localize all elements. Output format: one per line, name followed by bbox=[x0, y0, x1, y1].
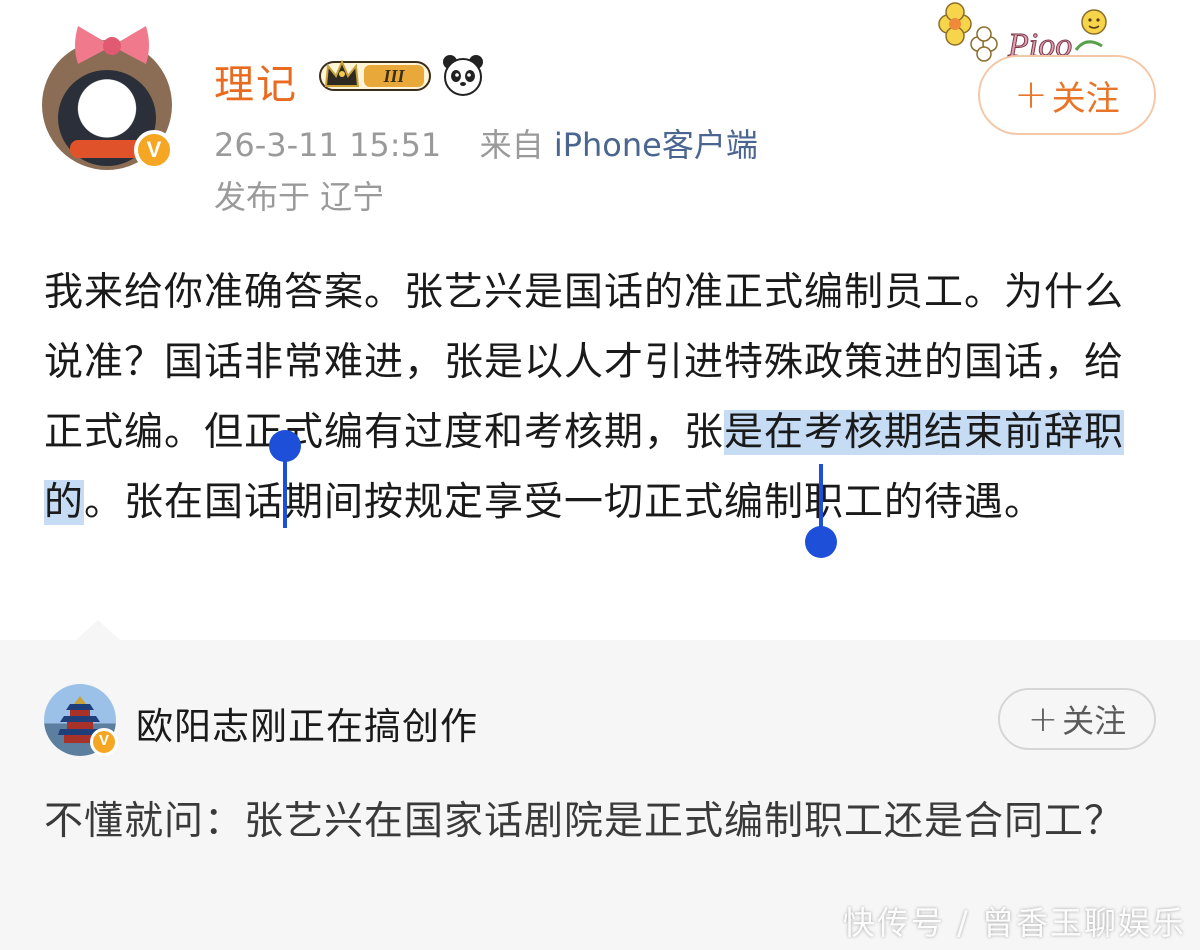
post-text-after-selection: 。张在国话期间按规定享受一切正式编制职工的待遇。 bbox=[84, 480, 1045, 525]
repost-verified-badge-icon: V bbox=[90, 728, 118, 756]
plus-icon: + bbox=[1027, 698, 1059, 740]
bow-icon bbox=[75, 26, 149, 64]
post-meta: 26-3-11 15:51 来自 iPhone客户端 bbox=[214, 120, 758, 166]
repost-pointer bbox=[76, 620, 120, 640]
selection-start-handle[interactable] bbox=[269, 430, 301, 528]
panda-icon bbox=[443, 55, 483, 96]
author-avatar[interactable]: V bbox=[42, 26, 174, 170]
verified-badge-icon: V bbox=[134, 130, 174, 170]
vip-level-text: III bbox=[382, 66, 405, 86]
crown-vip-badge-icon: III bbox=[319, 59, 431, 91]
source-device[interactable]: iPhone客户端 bbox=[554, 126, 758, 164]
repost-author-avatar[interactable]: V bbox=[44, 684, 118, 756]
watermark: 快传号 / 曾香玉聊娱乐 bbox=[842, 904, 1186, 942]
post-body-text[interactable]: 我来给你准确答案。张艺兴是国话的准正式编制员工。为什么说准？国话非常难进，张是以… bbox=[44, 258, 1144, 538]
post-location: 发布于 辽宁 bbox=[214, 178, 385, 216]
repost-follow-button[interactable]: + 关注 bbox=[998, 688, 1156, 750]
repost-body-text[interactable]: 不懂就问：张艺兴在国家话剧院是正式编制职工还是合同工？ bbox=[44, 788, 1154, 856]
source-prefix: 来自 bbox=[479, 126, 544, 164]
follow-button[interactable]: + 关注 bbox=[978, 55, 1156, 135]
repost-follow-label: 关注 bbox=[1062, 702, 1127, 740]
follow-label: 关注 bbox=[1051, 78, 1120, 119]
plus-icon: + bbox=[1014, 72, 1048, 118]
scarf bbox=[70, 140, 144, 158]
selection-end-handle[interactable] bbox=[805, 464, 837, 558]
repost-author-name[interactable]: 欧阳志刚正在搞创作 bbox=[136, 696, 478, 750]
post-timestamp: 26-3-11 15:51 bbox=[214, 126, 442, 164]
author-name[interactable]: 理记 bbox=[214, 52, 298, 110]
weibo-post: V 理记 III 26-3-11 15:51 来自 iPhone客户端 发布于 … bbox=[0, 0, 1200, 640]
